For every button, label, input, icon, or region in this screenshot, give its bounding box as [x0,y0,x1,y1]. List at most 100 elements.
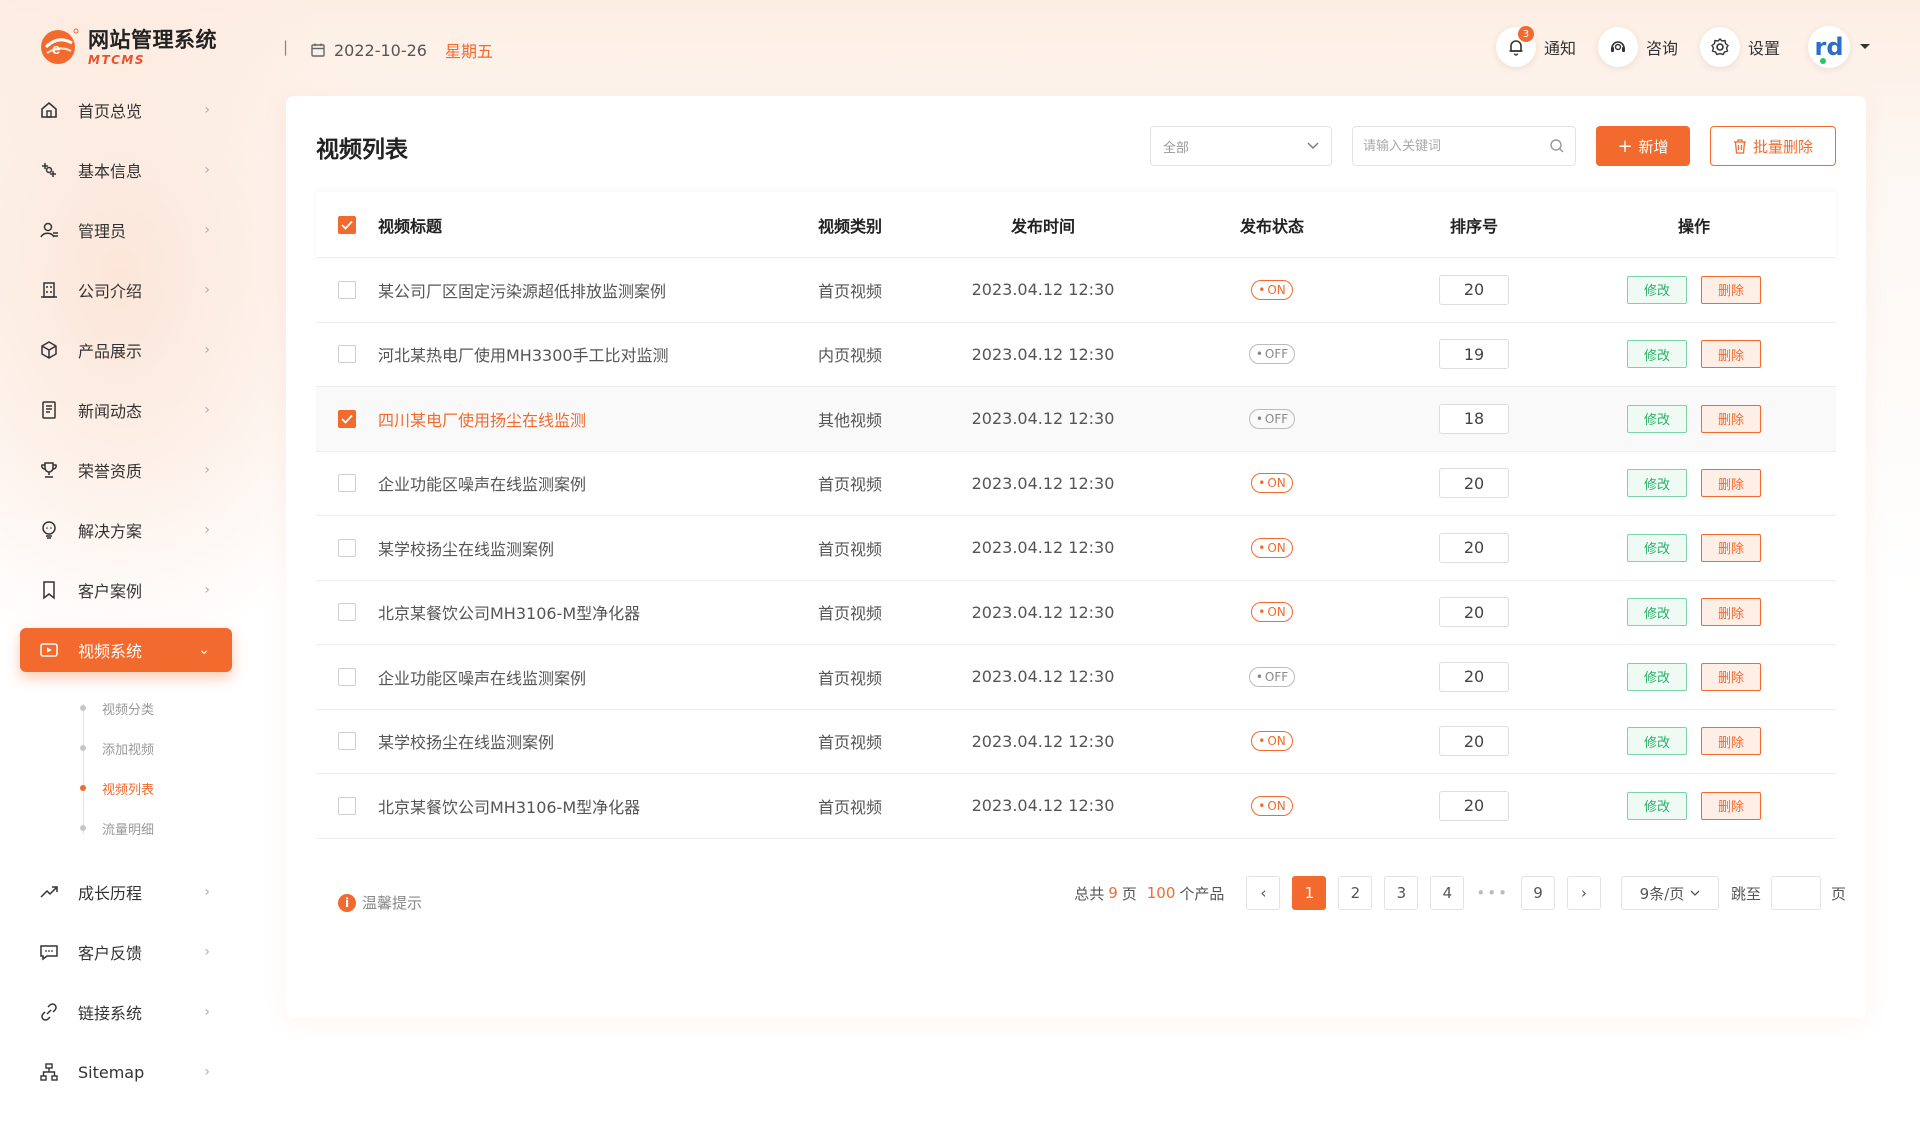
video-title[interactable]: 某公司厂区固定污染源超低排放监测案例 [378,278,818,302]
subnav-item-add-video[interactable]: 添加视频 [80,728,232,768]
table-row[interactable]: 企业功能区噪声在线监测案例 首页视频 2023.04.12 12:30 • OFF 20… [316,645,1836,710]
status-toggle[interactable]: • OFF [1248,344,1296,365]
delete-button[interactable]: 删除 [1701,662,1761,691]
video-title[interactable]: 北京某餐饮公司MH3106-M型净化器 [378,600,818,624]
edit-button[interactable]: 修改 [1627,533,1687,562]
video-title[interactable]: 北京某餐饮公司MH3106-M型净化器 [378,794,818,818]
table-row[interactable]: 北京某餐饮公司MH3106-M型净化器 首页视频 2023.04.12 12:30 •… [316,581,1836,645]
video-title[interactable]: 某学校扬尘在线监测案例 [378,536,818,560]
table-row[interactable]: 企业功能区噪声在线监测案例 首页视频 2023.04.12 12:30 • ON 20 修… [316,452,1836,516]
page-button[interactable]: 9 [1520,876,1555,910]
order-input[interactable]: 20 [1439,661,1509,692]
select-all-checkbox[interactable] [338,215,356,234]
sidebar-item-basic-info[interactable]: 基本信息 › [20,148,232,192]
video-title[interactable]: 企业功能区噪声在线监测案例 [378,471,818,495]
sidebar-item-honors[interactable]: 荣誉资质 › [20,448,232,492]
notify-button[interactable]: 3 通知 [1495,26,1576,67]
status-toggle[interactable]: • OFF [1248,408,1296,429]
sidebar-item-feedback[interactable]: 客户反馈 › [20,930,232,974]
order-input[interactable]: 20 [1439,274,1509,305]
table-row[interactable]: 四川某电厂使用扬尘在线监测 其他视频 2023.04.12 12:30 • OFF 18… [316,387,1836,452]
status-toggle[interactable]: • ON [1251,473,1293,494]
sidebar-item-growth[interactable]: 成长历程 › [20,870,232,914]
row-checkbox[interactable] [338,280,356,299]
search-icon[interactable] [1549,138,1565,154]
edit-button[interactable]: 修改 [1627,662,1687,691]
jump-page-input[interactable] [1770,876,1821,910]
row-checkbox[interactable] [338,474,356,493]
sidebar-item-links[interactable]: 链接系统 › [20,990,232,1034]
subnav-item-video-list[interactable]: 视频列表 [80,768,232,808]
delete-button[interactable]: 删除 [1701,791,1761,820]
edit-button[interactable]: 修改 [1627,275,1687,304]
status-toggle[interactable]: • ON [1251,279,1293,300]
consult-button[interactable]: 咨询 [1597,27,1678,67]
delete-button[interactable]: 删除 [1701,469,1761,498]
table-row[interactable]: 某学校扬尘在线监测案例 首页视频 2023.04.12 12:30 • ON 20 修改删… [316,710,1836,774]
row-checkbox[interactable] [338,667,356,686]
sidebar-item-news[interactable]: 新闻动态 › [20,388,232,432]
edit-button[interactable]: 修改 [1627,791,1687,820]
delete-button[interactable]: 删除 [1701,598,1761,627]
edit-button[interactable]: 修改 [1627,469,1687,498]
row-checkbox[interactable] [338,732,356,751]
user-menu[interactable]: rd [1808,26,1872,68]
table-row[interactable]: 河北某热电厂使用MH3300手工比对监测 内页视频 2023.04.12 12:30… [316,323,1836,387]
table-row[interactable]: 某学校扬尘在线监测案例 首页视频 2023.04.12 12:30 • ON 20 修改删… [316,516,1836,581]
edit-button[interactable]: 修改 [1627,340,1687,369]
edit-button[interactable]: 修改 [1627,727,1687,756]
delete-button[interactable]: 删除 [1701,275,1761,304]
status-toggle[interactable]: • ON [1251,602,1293,623]
order-input[interactable]: 20 [1439,726,1509,757]
sidebar-item-cases[interactable]: 客户案例 › [20,568,232,612]
row-checkbox[interactable] [338,409,356,428]
table-row[interactable]: 北京某餐饮公司MH3106-M型净化器 首页视频 2023.04.12 12:30 •… [316,774,1836,839]
prev-page-button[interactable]: ‹ [1246,876,1281,910]
video-title[interactable]: 某学校扬尘在线监测案例 [378,729,818,753]
order-input[interactable]: 20 [1439,468,1509,499]
page-button[interactable]: 2 [1338,876,1373,910]
status-toggle[interactable]: • ON [1251,537,1293,558]
next-page-button[interactable]: › [1566,876,1601,910]
status-toggle[interactable]: • ON [1251,795,1293,816]
delete-button[interactable]: 删除 [1701,727,1761,756]
delete-button[interactable]: 删除 [1701,404,1761,433]
sidebar-item-home[interactable]: 首页总览 › [20,88,232,132]
order-input[interactable]: 20 [1439,597,1509,628]
sidebar-item-sitemap[interactable]: Sitemap › [20,1050,232,1094]
row-checkbox[interactable] [338,345,356,364]
delete-button[interactable]: 删除 [1701,533,1761,562]
sidebar-item-admin[interactable]: 管理员 › [20,208,232,252]
sidebar-item-company[interactable]: 公司介绍 › [20,268,232,312]
row-checkbox[interactable] [338,538,356,557]
sidebar-item-products[interactable]: 产品展示 › [20,328,232,372]
table-row[interactable]: 某公司厂区固定污染源超低排放监测案例 首页视频 2023.04.12 12:30 • … [316,258,1836,323]
page-size-select[interactable]: 9条/页 [1620,876,1719,910]
tip[interactable]: i 温馨提示 [338,892,422,913]
edit-button[interactable]: 修改 [1627,404,1687,433]
video-title[interactable]: 河北某热电厂使用MH3300手工比对监测 [378,342,818,366]
order-input[interactable]: 19 [1439,339,1509,370]
page-button[interactable]: 1 [1292,876,1327,910]
delete-button[interactable]: 删除 [1701,340,1761,369]
row-checkbox[interactable] [338,603,356,622]
page-button[interactable]: 3 [1384,876,1419,910]
status-toggle[interactable]: • OFF [1248,666,1296,687]
subnav-item-traffic[interactable]: 流量明细 [80,808,232,848]
category-filter-select[interactable]: 全部 [1150,126,1332,166]
order-input[interactable]: 18 [1439,403,1509,434]
sidebar-item-video[interactable]: 视频系统 ⌄ [20,628,232,672]
app-logo[interactable]: e 网站管理系统 MTCMS [38,24,217,67]
video-title[interactable]: 四川某电厂使用扬尘在线监测 [378,407,818,431]
video-title[interactable]: 企业功能区噪声在线监测案例 [378,665,818,689]
status-toggle[interactable]: • ON [1251,731,1293,752]
subnav-item-video-category[interactable]: 视频分类 [80,688,232,728]
edit-button[interactable]: 修改 [1627,598,1687,627]
sidebar-item-solutions[interactable]: 解决方案 › [20,508,232,552]
page-button[interactable]: 4 [1430,876,1465,910]
order-input[interactable]: 20 [1439,790,1509,821]
order-input[interactable]: 20 [1439,532,1509,563]
search-input[interactable] [1363,138,1549,154]
settings-button[interactable]: 设置 [1699,27,1780,67]
batch-delete-button[interactable]: 批量删除 [1710,126,1836,166]
